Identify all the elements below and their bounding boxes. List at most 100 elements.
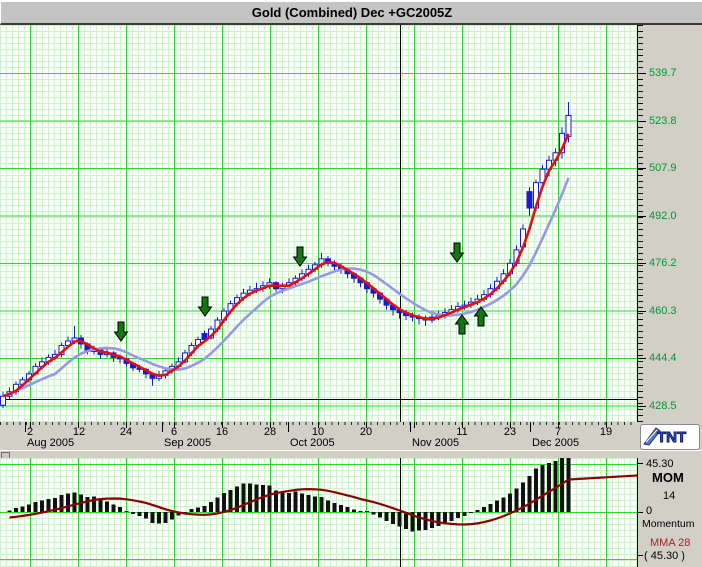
date-axis-day-label: 28 [263, 426, 277, 438]
momentum-axis-tick [638, 555, 643, 556]
momentum-bar [352, 509, 356, 512]
date-axis-day-label: 16 [215, 426, 229, 438]
price-axis-tick [638, 73, 646, 74]
momentum-bar [391, 512, 395, 524]
sell-signal-arrow-icon [197, 296, 213, 317]
momentum-bar [33, 502, 38, 512]
momentum-bar [384, 512, 389, 521]
month-separator-tick [25, 422, 26, 432]
tnt-logo[interactable]: TNT [640, 424, 700, 450]
momentum-current-value: ( 45.30 ) [644, 550, 685, 562]
date-axis-day-label: 19 [599, 426, 613, 438]
candle-body [565, 114, 572, 137]
sell-signal-arrow-icon [113, 321, 129, 342]
momentum-bar [27, 504, 31, 512]
momentum-bar [202, 506, 207, 512]
price-axis-label: 476.2 [649, 257, 677, 269]
momentum-bar [540, 465, 545, 512]
chart-title-bar[interactable]: Gold (Combined) Dec +GC2005Z [0, 0, 702, 25]
momentum-bar [456, 512, 460, 518]
momentum-bar [534, 468, 538, 512]
momentum-bar [111, 504, 116, 512]
momentum-bar [501, 497, 506, 512]
price-axis-tick [638, 168, 646, 169]
date-axis-tick [414, 422, 415, 428]
date-axis-month-label: Oct 2005 [290, 437, 335, 449]
indicator-period: 14 [663, 490, 676, 502]
price-axis-tick [638, 405, 646, 407]
momentum-bar [547, 463, 551, 512]
momentum-bar [365, 511, 369, 512]
momentum-bar [14, 508, 18, 512]
indicator-name: Momentum [642, 518, 695, 530]
date-axis-month-label: Dec 2005 [532, 437, 580, 449]
price-axis-label: 523.8 [649, 114, 677, 127]
price-axis-tick [638, 120, 646, 122]
sell-signal-arrow-icon [449, 242, 465, 263]
momentum-bar [222, 493, 226, 512]
momentum-bar [319, 497, 324, 512]
momentum-bar [358, 511, 363, 512]
chart-window: Gold (Combined) Dec +GC2005Z 539.7 523.8 5… [0, 0, 702, 567]
month-separator-tick [162, 422, 163, 432]
momentum-bar [527, 476, 532, 512]
momentum-bar [7, 510, 12, 512]
price-axis-label: 428.5 [649, 399, 677, 412]
date-axis-day-label: 23 [503, 426, 517, 438]
date-axis-month-label: Sep 2005 [164, 437, 212, 449]
momentum-zero-label: 0 [646, 505, 653, 517]
buy-signal-arrow-icon [454, 314, 470, 335]
month-separator-tick [410, 422, 411, 432]
momentum-axis-tick [638, 512, 643, 513]
price-chart-pane[interactable] [0, 25, 637, 422]
date-axis-day-label: 24 [119, 426, 133, 438]
axis-corner: TNT [637, 422, 702, 450]
momentum-bar [462, 512, 467, 516]
mma-label: MMA 28 [650, 537, 691, 549]
momentum-bar [287, 493, 291, 512]
price-axis-label: 444.4 [649, 352, 677, 364]
momentum-bar [326, 500, 330, 512]
price-axis: 539.7 523.8 507.9 492.0 476.2 460.3 444.4 428.5 [637, 25, 702, 422]
momentum-bar [514, 488, 519, 512]
momentum-bar [196, 507, 200, 512]
momentum-bar [313, 496, 317, 512]
momentum-bar [300, 493, 304, 512]
date-axis: 2 12 24 6 16 28 10 20 11 23 7 19 Aug 2005 Sep 2005 Oct… [0, 422, 637, 450]
momentum-bar [482, 507, 486, 512]
momentum-bar [345, 507, 350, 512]
chart-title: Gold (Combined) Dec +GC2005Z [251, 5, 453, 20]
momentum-bar [137, 512, 142, 516]
momentum-bar [150, 512, 155, 523]
momentum-bar [248, 483, 252, 512]
momentum-bar [124, 511, 129, 512]
momentum-bar [371, 512, 376, 515]
momentum-bar [66, 493, 70, 512]
momentum-axis-tick [638, 463, 643, 464]
momentum-bar [40, 500, 44, 512]
month-separator-tick [530, 422, 531, 432]
momentum-bar [397, 512, 402, 527]
momentum-bar [417, 512, 421, 531]
momentum-bar [293, 491, 298, 512]
momentum-bar [105, 501, 109, 512]
price-axis-tick [638, 310, 646, 312]
date-axis-month-label: Nov 2005 [412, 437, 460, 449]
momentum-bar [469, 512, 473, 513]
momentum-bar [436, 512, 441, 526]
date-axis-day-label: 20 [359, 426, 373, 438]
momentum-bar [170, 512, 174, 520]
price-axis-tick [638, 263, 646, 264]
momentum-chart-canvas[interactable] [0, 458, 637, 567]
date-axis-month-label: Aug 2005 [27, 437, 75, 449]
momentum-pane[interactable] [0, 458, 637, 567]
price-axis-label: 460.3 [649, 304, 677, 317]
momentum-bar [189, 509, 194, 512]
momentum-bar [566, 458, 571, 512]
price-axis-label: 507.9 [649, 162, 677, 174]
tnt-logo-text: TNT [657, 429, 686, 446]
main-chart-canvas[interactable] [0, 25, 637, 422]
indicator-abbrev: MOM [652, 470, 684, 485]
momentum-bar [378, 512, 382, 518]
momentum-bar [443, 512, 447, 524]
